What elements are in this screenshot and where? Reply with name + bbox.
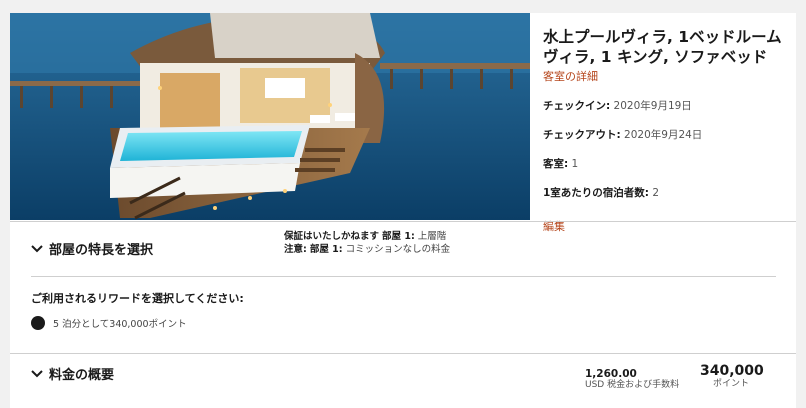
- guarantee-room: 部屋 1:: [382, 231, 415, 242]
- checkin-label: チェックイン:: [543, 100, 611, 112]
- room-details-link[interactable]: 客室の詳細: [543, 68, 793, 84]
- price-amount-block: 1,260.00 USD 税金および手数料: [585, 368, 679, 391]
- note-line: 注意: 部屋 1: コミッションなしの料金: [284, 243, 450, 256]
- checkin-value: 2020年9月19日: [613, 100, 692, 112]
- reward-radio[interactable]: [31, 316, 45, 330]
- summary-title: 料金の概要: [49, 368, 115, 383]
- divider-bottom: [10, 353, 796, 354]
- points-unit: ポイント: [712, 379, 749, 389]
- points-block: 340,000 ポイント: [700, 363, 764, 390]
- guarantee-note: 保証はいたしかねます 部屋 1: 上層階 注意: 部屋 1: コミッションなしの…: [284, 230, 450, 256]
- guests-value: 2: [652, 187, 660, 199]
- price-amount: 1,260.00: [585, 368, 637, 380]
- guarantee-value: 上層階: [417, 231, 447, 242]
- guests-label: 1室あたりの宿泊者数:: [543, 187, 650, 199]
- divider-middle: [31, 276, 776, 277]
- room-info: 水上プールヴィラ, 1ベッドルーム ヴィラ, 1 キング, ソファベッド 客室の…: [543, 27, 793, 234]
- chevron-down-icon: [31, 244, 43, 252]
- chevron-down-icon: [31, 369, 43, 377]
- guarantee-line: 保証はいたしかねます 部屋 1: 上層階: [284, 230, 450, 243]
- guests-row: 1室あたりの宿泊者数: 2: [543, 185, 793, 200]
- note-value: コミッションなしの料金: [345, 244, 451, 255]
- reward-label: 5 泊分として340,000ポイント: [53, 319, 187, 330]
- checkout-label: チェックアウト:: [543, 129, 621, 141]
- rooms-row: 客室: 1: [543, 156, 793, 171]
- rooms-value: 1: [571, 158, 579, 170]
- checkout-value: 2020年9月24日: [624, 129, 703, 141]
- divider-top: [10, 221, 796, 222]
- room-title: 水上プールヴィラ, 1ベッドルーム ヴィラ, 1 キング, ソファベッド: [543, 28, 782, 66]
- note-room: 部屋 1:: [309, 244, 343, 255]
- checkin-row: チェックイン: 2020年9月19日: [543, 98, 793, 113]
- note-label: 注意:: [284, 244, 307, 255]
- checkout-row: チェックアウト: 2020年9月24日: [543, 127, 793, 142]
- features-title: 部屋の特長を選択: [49, 243, 154, 258]
- summary-toggle[interactable]: 料金の概要: [31, 364, 114, 383]
- reward-title: ご利用されるリワードを選択してください:: [31, 292, 244, 305]
- guarantee-label: 保証はいたしかねます: [284, 231, 380, 242]
- booking-card: 水上プールヴィラ, 1ベッドルーム ヴィラ, 1 キング, ソファベッド 客室の…: [10, 13, 796, 408]
- points-value: 340,000: [700, 363, 764, 379]
- price-sub: USD 税金および手数料: [585, 380, 680, 390]
- features-toggle[interactable]: 部屋の特長を選択: [31, 239, 153, 258]
- reward-option[interactable]: 5 泊分として340,000ポイント: [31, 316, 187, 330]
- rooms-label: 客室:: [543, 158, 569, 170]
- room-photo: [10, 13, 530, 220]
